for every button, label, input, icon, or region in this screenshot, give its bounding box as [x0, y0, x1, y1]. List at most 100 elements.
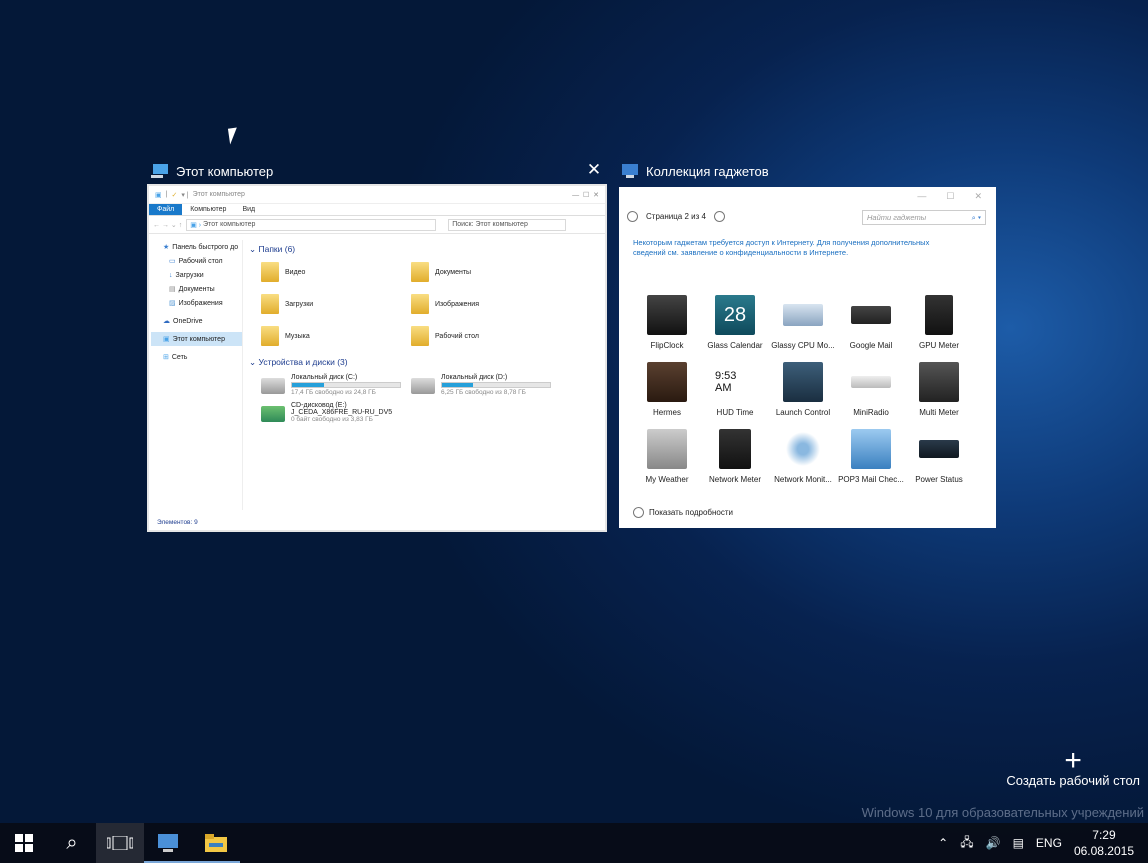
gadgets-thumb-title-text: Коллекция гаджетов: [646, 163, 769, 179]
drive-usage-bar: [291, 382, 401, 388]
nav-item-onedrive[interactable]: ☁ OneDrive: [151, 314, 242, 328]
explorer-search-input[interactable]: Поиск: Этот компьютер: [448, 218, 567, 231]
system-tray: ⌃ 🖧 🔊 ▤ ENG 7:29 06.08.2015: [938, 823, 1148, 863]
taskbar-explorer-app[interactable]: [192, 823, 240, 863]
hud-time-value: 9:53 AM: [715, 370, 737, 394]
gadget-item[interactable]: FlipClock: [633, 295, 701, 350]
drive-info: 17,4 ГБ свободно из 24,8 ГБ: [291, 389, 376, 396]
clock[interactable]: 7:29 06.08.2015: [1074, 827, 1134, 859]
computer-icon: [151, 164, 168, 178]
radio-icon: [851, 376, 891, 388]
gadget-item[interactable]: My Weather: [633, 429, 701, 484]
drive-usage-bar: [441, 382, 551, 388]
gadget-label: Power Status: [915, 475, 963, 484]
gadget-item[interactable]: Multi Meter: [905, 362, 973, 417]
folder-label: Видео: [285, 268, 306, 276]
explorer-window[interactable]: ▣ | ✓ ▾ | Этот компьютер — ☐ ✕ Файл Компьют…: [147, 184, 607, 532]
nav-item-pictures[interactable]: ▨ Изображения: [151, 296, 242, 310]
nav-item-downloads[interactable]: ↓ Загрузки: [151, 268, 242, 282]
gadget-item[interactable]: Launch Control: [769, 362, 837, 417]
nav-label: Сеть: [171, 353, 188, 361]
hard-drive-icon: [411, 378, 435, 394]
gadget-item[interactable]: Power Status: [905, 429, 973, 484]
start-button[interactable]: [0, 823, 48, 863]
new-desktop-button[interactable]: + Создать рабочий стол: [1006, 746, 1140, 789]
nav-item-quick-access[interactable]: ★ Панель быстрого до: [151, 240, 242, 254]
address-bar[interactable]: ▣ › Этот компьютер: [186, 218, 437, 231]
gadget-item[interactable]: Network Monit...: [769, 429, 837, 484]
folder-label: Изображения: [435, 300, 479, 308]
gadget-item[interactable]: Google Mail: [837, 295, 905, 350]
drive-name: CD-дисковод (E:): [291, 402, 347, 409]
gadget-label: FlipClock: [650, 341, 684, 350]
explorer-thumb-title[interactable]: Этот компьютер: [150, 161, 273, 181]
drive-d[interactable]: Локальный диск (D:) 6,25 ГБ свободно из 8…: [411, 374, 561, 396]
weather-icon: [647, 429, 687, 469]
nav-label: Загрузки: [175, 271, 204, 279]
gadget-label: HUD Time: [716, 408, 754, 417]
gadgets-window[interactable]: — ☐ ✕ Страница 2 из 4 Найти гаджеты ⌕ ▾ Нек…: [619, 187, 996, 528]
nav-item-this-pc[interactable]: ▣ Этот компьютер: [151, 332, 242, 346]
nav-item-network[interactable]: ⊞ Сеть: [151, 350, 242, 364]
gadget-label: Glass Calendar: [707, 341, 763, 350]
gadget-search-input[interactable]: Найти гаджеты ⌕ ▾: [862, 210, 986, 225]
show-details-label: Показать подробности: [649, 508, 733, 517]
multi-meter-icon: [919, 362, 959, 402]
prev-page-icon[interactable]: [627, 211, 638, 222]
drive-info: 0 байт свободно из 3,83 ГБ: [291, 416, 373, 423]
internet-notice-link[interactable]: Некоторым гаджетам требуется доступ к Ин…: [633, 238, 963, 258]
tab-view[interactable]: Вид: [234, 204, 263, 215]
launch-control-icon: [783, 362, 823, 402]
gadget-item[interactable]: MiniRadio: [837, 362, 905, 417]
taskbar-gadgets-app[interactable]: [144, 823, 192, 863]
language-indicator[interactable]: ENG: [1036, 836, 1062, 850]
gadget-item[interactable]: Glassy CPU Mo...: [769, 295, 837, 350]
close-icon[interactable]: ✕: [586, 161, 602, 178]
nav-item-desktop[interactable]: ▭ Рабочий стол: [151, 254, 242, 268]
gadget-label: Multi Meter: [919, 408, 959, 417]
nav-pane: ★ Панель быстрого до ▭ Рабочий стол ↓ Загру…: [151, 240, 243, 510]
nav-item-documents[interactable]: ▤ Документы: [151, 282, 242, 296]
show-details-button[interactable]: Показать подробности: [633, 507, 733, 518]
network-icon[interactable]: 🖧: [960, 833, 973, 854]
drive-e[interactable]: CD-дисковод (E:) J_CEDA_X86FRE_RU-RU_DV5 0…: [261, 402, 411, 423]
network-monitor-icon: [783, 429, 823, 469]
gadget-label: MiniRadio: [853, 408, 889, 417]
nav-label: Этот компьютер: [172, 335, 225, 343]
search-button[interactable]: ⌕: [48, 823, 96, 863]
folder-item[interactable]: Видео: [261, 261, 411, 283]
gadget-grid: FlipClock 28 Glass Calendar Glassy CPU Mo…: [633, 295, 973, 484]
pop3-mail-icon: [851, 429, 891, 469]
folder-label: Музыка: [285, 332, 310, 340]
edition-watermark: Windows 10 для образовательных учреждени…: [861, 805, 1144, 820]
nav-label: Документы: [178, 285, 215, 293]
action-center-icon[interactable]: ▤: [1013, 836, 1024, 850]
chevron-up-icon[interactable]: ⌃: [938, 836, 948, 850]
folder-item[interactable]: Загрузки: [261, 293, 411, 315]
gadget-item[interactable]: Network Meter: [701, 429, 769, 484]
gadget-item[interactable]: 28 Glass Calendar: [701, 295, 769, 350]
gpu-meter-icon: [925, 295, 953, 335]
folder-item[interactable]: Изображения: [411, 293, 561, 315]
folder-item[interactable]: Музыка: [261, 325, 411, 347]
tab-file[interactable]: Файл: [149, 204, 183, 215]
tab-computer[interactable]: Компьютер: [182, 204, 234, 215]
calendar-day: 28: [723, 303, 747, 326]
drive-info: 6,25 ГБ свободно из 8,78 ГБ: [441, 389, 526, 396]
next-page-icon[interactable]: [713, 211, 725, 222]
drive-c[interactable]: Локальный диск (C:) 17,4 ГБ свободно из 2…: [261, 374, 411, 396]
folder-item[interactable]: Документы: [411, 261, 561, 283]
gadgets-thumb-title[interactable]: Коллекция гаджетов: [620, 161, 769, 181]
gadget-item[interactable]: Hermes: [633, 362, 701, 417]
folders-header[interactable]: ⌄ Папки (6): [249, 244, 605, 255]
devices-header[interactable]: ⌄ Устройства и диски (3): [249, 357, 605, 368]
address-row: ← → ⌄ ↑ ▣ › Этот компьютер Поиск: Этот к…: [149, 216, 605, 234]
content-pane: ⌄ Папки (6) Видео Документы Загрузки Изо…: [249, 244, 605, 423]
gadget-item[interactable]: POP3 Mail Chec...: [837, 429, 905, 484]
gadget-item[interactable]: GPU Meter: [905, 295, 973, 350]
folder-icon: [411, 294, 429, 314]
gadget-item[interactable]: 9:53 AM HUD Time: [701, 362, 769, 417]
task-view-button[interactable]: [96, 823, 144, 863]
folder-item[interactable]: Рабочий стол: [411, 325, 561, 347]
volume-icon[interactable]: 🔊: [986, 836, 1001, 850]
